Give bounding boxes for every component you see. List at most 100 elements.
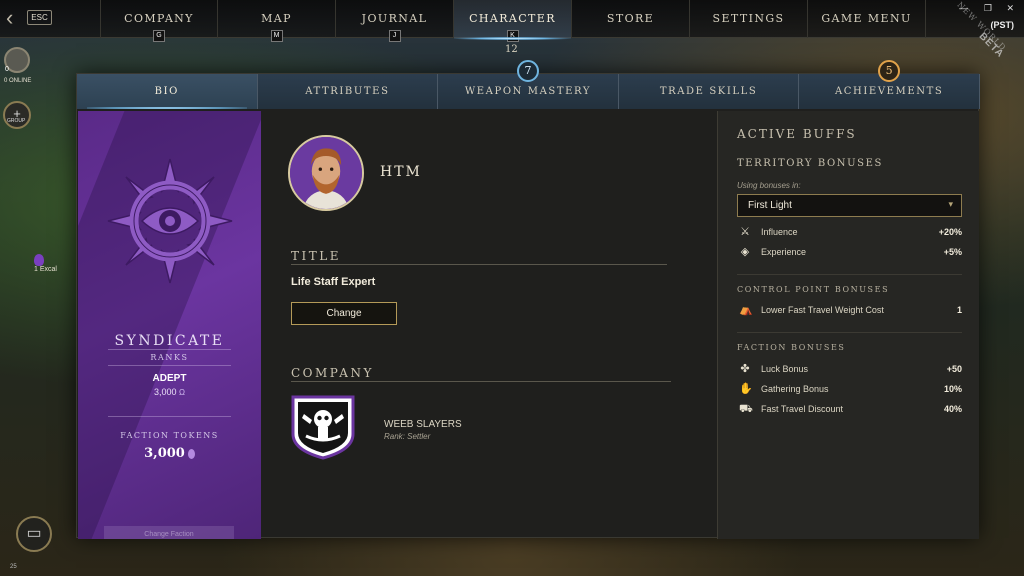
buff-value: 40%: [943, 404, 962, 414]
faction-bonuses-heading: FACTION BONUSES: [737, 343, 846, 352]
tab-achievements-label: ACHIEVEMENTS: [834, 86, 944, 97]
chat-icon[interactable]: ▭: [16, 516, 52, 552]
faction-ranks-label: RANKS: [150, 353, 189, 362]
tab-attributes[interactable]: ATTRIBUTES: [258, 74, 439, 109]
online-count: 0: [5, 66, 9, 73]
syndicate-emblem-icon: [107, 158, 233, 284]
company-rank: Rank: Settler: [384, 432, 431, 441]
company-name[interactable]: WEEB SLAYERS: [384, 419, 462, 430]
character-subtabs: BIO ATTRIBUTES 7 WEAPON MASTERY TRADE SK…: [77, 60, 980, 109]
tab-trade-skills[interactable]: TRADE SKILLS: [619, 74, 800, 109]
group-label: GROUP: [7, 118, 26, 124]
nav-journal[interactable]: JOURNAL J: [336, 0, 454, 42]
tab-attributes-label: ATTRIBUTES: [305, 86, 390, 97]
reputation-icon: Ω: [179, 388, 186, 397]
timezone-label: (PST): [990, 20, 1015, 30]
buffs-divider: [737, 332, 962, 333]
nav-game-menu-label: GAME MENU: [821, 12, 912, 25]
buff-label: Lower Fast Travel Weight Cost: [761, 305, 884, 315]
buff-value: 10%: [943, 384, 962, 394]
crossed-swords-icon: ⚔: [740, 226, 750, 238]
gathering-icon: ✋: [739, 383, 753, 395]
nav-settings[interactable]: SETTINGS: [690, 0, 808, 38]
tab-weapon-mastery[interactable]: 7 WEAPON MASTERY: [438, 60, 619, 109]
back-arrow-icon[interactable]: ‹: [6, 7, 22, 29]
chevron-down-icon: ▾: [948, 199, 953, 209]
weapon-mastery-points-badge: 7: [516, 60, 539, 82]
hotkey-badge: K: [506, 30, 519, 42]
territory-bonuses-heading: TERRITORY BONUSES: [737, 158, 883, 169]
buff-label: Influence: [761, 227, 798, 237]
close-window-icon[interactable]: ✕: [1006, 3, 1014, 14]
nav-settings-label: SETTINGS: [712, 12, 785, 25]
buff-row: ✤ Luck Bonus +50: [737, 363, 962, 377]
company-crest-icon[interactable]: [290, 394, 356, 460]
faction-reputation: 3,000 Ω: [78, 387, 261, 397]
active-buffs-heading: ACTIVE BUFFS: [737, 127, 857, 141]
achievements-count-badge: 5: [878, 60, 901, 82]
buff-label: Luck Bonus: [761, 364, 809, 374]
buff-row: ⚔ Influence +20%: [737, 226, 962, 240]
esc-key-button[interactable]: ESC: [27, 10, 52, 25]
change-faction-button[interactable]: Change Faction: [104, 526, 234, 539]
territory-select-value: First Light: [748, 200, 792, 211]
territory-select[interactable]: First Light ▾: [737, 194, 962, 217]
nav-character[interactable]: CHARACTER K: [454, 0, 572, 42]
player-marker-icon: [34, 254, 44, 266]
main-nav: COMPANY G MAP M JOURNAL J CHARACTER K ST…: [100, 0, 926, 42]
nav-company[interactable]: COMPANY G: [100, 0, 218, 42]
control-point-bonuses-heading: CONTROL POINT BONUSES: [737, 285, 890, 294]
nav-company-label: COMPANY: [124, 12, 194, 25]
nav-store-label: STORE: [606, 12, 655, 25]
change-title-button[interactable]: Change: [291, 302, 397, 325]
top-navigation-bar: ‹ ESC COMPANY G MAP M JOURNAL J CHARACTE…: [0, 0, 1024, 42]
faction-tokens-value: 3,000: [144, 446, 185, 461]
title-section-heading: TITLE: [291, 249, 341, 263]
character-name: HTM: [380, 164, 422, 180]
tab-bio[interactable]: BIO: [77, 74, 258, 109]
buff-value: +5%: [943, 247, 962, 257]
fast-travel-icon: ⛺: [739, 304, 753, 316]
online-label: 0 ONLINE: [4, 78, 32, 84]
nav-game-menu[interactable]: GAME MENU: [808, 0, 926, 38]
faction-divider: [108, 365, 231, 366]
buff-row: ⛺ Lower Fast Travel Weight Cost 1: [737, 304, 962, 318]
tab-weapon-mastery-label: WEAPON MASTERY: [464, 86, 592, 97]
faction-rank: ADEPT: [152, 373, 187, 384]
faction-divider: [108, 349, 231, 350]
hotkey-badge: M: [270, 30, 283, 42]
xp-icon: ◈: [740, 246, 750, 258]
character-face-icon: [290, 137, 362, 209]
restore-window-icon[interactable]: ❐: [984, 3, 992, 14]
tab-bio-label: BIO: [154, 86, 179, 97]
hotkey-badge: G: [153, 30, 165, 42]
nav-map[interactable]: MAP M: [218, 0, 336, 42]
buff-row: ◈ Experience +5%: [737, 246, 962, 260]
travel-discount-icon: ⛟: [739, 403, 753, 415]
bottom-counter: 25: [10, 564, 17, 570]
title-section-divider: [291, 264, 667, 265]
faction-tokens-label: FACTION TOKENS: [120, 431, 219, 440]
using-bonuses-label: Using bonuses in:: [737, 181, 801, 190]
buff-label: Gathering Bonus: [761, 384, 829, 394]
tab-achievements[interactable]: 5 ACHIEVEMENTS: [799, 60, 980, 109]
character-level: 12: [505, 44, 518, 55]
buff-row: ⛟ Fast Travel Discount 40%: [737, 403, 962, 417]
company-section-divider: [291, 381, 671, 382]
group-add-button[interactable]: +: [3, 101, 31, 129]
faction-divider: [108, 416, 231, 417]
faction-name: SYNDICATE: [114, 333, 225, 349]
faction-card: SYNDICATE RANKS ADEPT 3,000 Ω FACTION TO…: [78, 111, 261, 539]
character-panel: BIO ATTRIBUTES 7 WEAPON MASTERY TRADE SK…: [76, 60, 980, 539]
buff-value: +20%: [938, 227, 962, 237]
current-title: Life Staff Expert: [291, 276, 376, 288]
nav-character-label: CHARACTER: [469, 12, 556, 25]
faction-token-gem-icon: [187, 448, 195, 459]
buff-value: +50: [946, 364, 962, 374]
company-section-heading: COMPANY: [291, 366, 374, 380]
buff-label: Fast Travel Discount: [761, 404, 844, 414]
buff-label: Experience: [761, 247, 807, 257]
nav-store[interactable]: STORE: [572, 0, 690, 38]
tab-trade-skills-label: TRADE SKILLS: [659, 86, 758, 97]
faction-tokens: 3,000: [78, 446, 261, 461]
